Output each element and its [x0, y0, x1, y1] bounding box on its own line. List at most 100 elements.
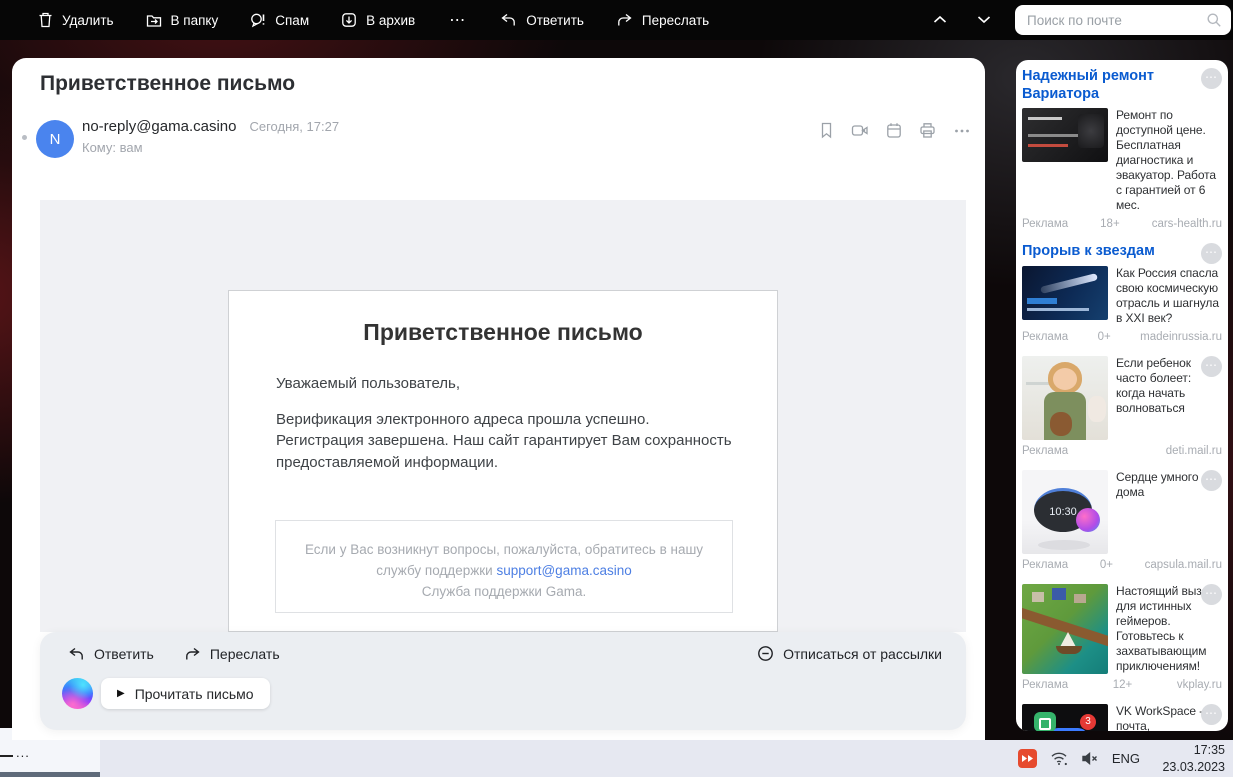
ad-title-link[interactable]: Надежный ремонт Вариатора — [1022, 68, 1177, 103]
ad-thumbnail[interactable] — [1022, 108, 1108, 163]
ad-label: Реклама — [1022, 679, 1069, 692]
reply-label: Ответить — [94, 645, 154, 662]
ad-card-capsula[interactable]: ⋯ 10:30 Сердце умного дома Реклама 0+ ca… — [1016, 462, 1228, 576]
delete-button[interactable]: Удалить — [38, 12, 114, 28]
ad-text[interactable]: Ремонт по доступной цене. Бесплатная диа… — [1116, 108, 1222, 213]
overflow-dots[interactable]: ... — [16, 745, 30, 760]
to-folder-button[interactable]: В папку — [146, 13, 218, 28]
taskbar-date: 23.03.2023 — [1162, 759, 1225, 774]
ad-domain-link[interactable]: cars-health.ru — [1152, 218, 1222, 230]
play-icon: ▶ — [117, 688, 125, 699]
ad-thumbnail[interactable] — [1022, 584, 1108, 675]
ad-card-vkplay[interactable]: ⋯ Настоящий вызов для истинных геймеров.… — [1016, 576, 1228, 696]
tray-app-icon[interactable] — [1017, 749, 1037, 768]
search-icon[interactable] — [1206, 12, 1222, 28]
ad-label: Реклама — [1022, 559, 1069, 572]
calendar-icon[interactable] — [886, 122, 902, 139]
ad-menu-icon[interactable]: ⋯ — [1201, 470, 1222, 492]
email-action-bar: Ответить Переслать Отписаться от рассылк… — [40, 632, 966, 730]
reply-icon — [69, 647, 83, 659]
reply-label: Ответить — [526, 12, 584, 28]
search-box — [1015, 5, 1231, 35]
folder-icon — [146, 14, 161, 27]
archive-button[interactable]: В архив — [341, 12, 415, 28]
unsubscribe-button[interactable]: Отписаться от рассылки — [757, 645, 942, 662]
ad-thumbnail[interactable] — [1022, 266, 1108, 321]
forward-icon — [185, 647, 200, 659]
reply-button-top[interactable]: Ответить — [500, 12, 584, 28]
email-date: Сегодня, 17:27 — [249, 119, 340, 134]
ad-domain-link[interactable]: vkplay.ru — [1177, 679, 1222, 691]
sender-address[interactable]: no-reply@gama.casino — [82, 118, 236, 135]
print-icon[interactable] — [919, 122, 936, 139]
system-tray: ENG 17:35 23.03.2023 — [1017, 740, 1225, 777]
ad-card-workspace[interactable]: ⋯ •••3 VK WorkSpace - почта, коммуникаци… — [1016, 696, 1228, 731]
forward-icon — [618, 13, 632, 26]
sender-avatar[interactable]: N — [36, 120, 74, 158]
ad-menu-icon[interactable]: ⋯ — [1201, 584, 1222, 606]
forward-label: Переслать — [209, 645, 280, 662]
avatar-letter: N — [49, 130, 61, 148]
ad-footer: Реклама 12+ vkplay.ru — [1022, 679, 1222, 691]
wifi-icon[interactable] — [1050, 751, 1068, 766]
support-signature: Служба поддержки Gama. — [421, 583, 587, 599]
ad-domain-link[interactable]: deti.mail.ru — [1166, 445, 1222, 457]
chevron-up-icon — [933, 15, 947, 23]
delete-label: Удалить — [62, 12, 114, 28]
archive-label: В архив — [366, 12, 416, 28]
prev-email-button[interactable] — [927, 7, 953, 33]
trash-icon — [39, 12, 52, 28]
ad-label: Реклама — [1022, 218, 1069, 231]
taskbar-clock[interactable]: 17:35 23.03.2023 — [1153, 742, 1225, 776]
ad-age-rating: 12+ — [1112, 679, 1133, 692]
ad-domain-link[interactable]: capsula.mail.ru — [1145, 559, 1222, 571]
spam-label: Спам — [275, 12, 310, 28]
ad-menu-icon[interactable]: ⋯ — [1201, 243, 1222, 265]
ad-text[interactable]: Как Россия спасла свою космическую отрас… — [1116, 266, 1222, 326]
email-header-icons — [819, 122, 971, 139]
letter-body-text: Верификация электронного адреса прошла у… — [276, 411, 732, 471]
ad-menu-icon[interactable]: ⋯ — [1201, 704, 1222, 726]
notification-badge: 3 — [1080, 714, 1096, 731]
video-call-icon[interactable] — [851, 123, 869, 138]
forward-button-top[interactable]: Переслать — [616, 12, 709, 28]
search-input[interactable] — [1027, 12, 1207, 28]
email-panel: Приветственное письмо N no-reply@gama.ca… — [12, 58, 985, 740]
spam-button[interactable]: Спам — [250, 12, 309, 28]
ad-footer: Реклама 0+ capsula.mail.ru — [1022, 559, 1222, 571]
toolbar-right-group — [927, 5, 1231, 35]
voice-assistant-icon[interactable] — [62, 678, 93, 709]
ad-footer: Реклама deti.mail.ru — [1022, 445, 1222, 457]
muted-speaker-icon[interactable] — [1081, 751, 1099, 766]
ad-card-deti[interactable]: ⋯ Если ребенок часто болеет: когда начат… — [1016, 348, 1228, 462]
ad-menu-icon[interactable]: ⋯ — [1201, 356, 1222, 378]
recipient-line[interactable]: Кому: вам — [82, 140, 143, 155]
chevron-down-icon — [977, 16, 991, 24]
ad-menu-icon[interactable]: ⋯ — [1201, 68, 1222, 89]
forward-button[interactable]: Переслать — [184, 646, 280, 662]
taskbar[interactable]: ENG 17:35 23.03.2023 — [100, 740, 1233, 777]
language-indicator[interactable]: ENG — [1112, 751, 1140, 766]
bookmark-icon[interactable] — [819, 122, 834, 139]
ad-thumbnail[interactable]: 10:30 — [1022, 470, 1108, 555]
next-email-button[interactable] — [971, 7, 997, 33]
ad-card-variator[interactable]: Надежный ремонт Вариатора ⋯ Ремонт по до… — [1016, 60, 1228, 235]
ad-thumbnail[interactable]: •••3 — [1022, 704, 1108, 731]
more-options-icon[interactable] — [953, 123, 971, 139]
email-body-area: Приветственное письмо Уважаемый пользова… — [40, 200, 966, 632]
letter-title: Приветственное письмо — [363, 319, 643, 345]
unread-dot[interactable] — [22, 135, 27, 140]
ad-thumbnail[interactable] — [1022, 356, 1108, 441]
read-letter-button[interactable]: ▶ Прочитать письмо — [101, 678, 270, 709]
ad-age-rating: 0+ — [1099, 559, 1113, 572]
ad-title-link[interactable]: Прорыв к звездам — [1022, 243, 1177, 261]
reply-icon — [501, 13, 516, 26]
unsubscribe-icon — [758, 646, 774, 661]
reply-button[interactable]: Ответить — [68, 646, 154, 662]
spam-icon — [251, 13, 265, 28]
ads-sidebar: Надежный ремонт Вариатора ⋯ Ремонт по до… — [1016, 60, 1228, 731]
support-email-link[interactable]: support@gama.casino — [496, 563, 631, 578]
more-actions-button[interactable]: ⋯ — [447, 10, 468, 30]
ad-card-space[interactable]: Прорыв к звездам ⋯ Как Россия спасла сво… — [1016, 235, 1228, 348]
ad-domain-link[interactable]: madeinrussia.ru — [1140, 331, 1222, 343]
